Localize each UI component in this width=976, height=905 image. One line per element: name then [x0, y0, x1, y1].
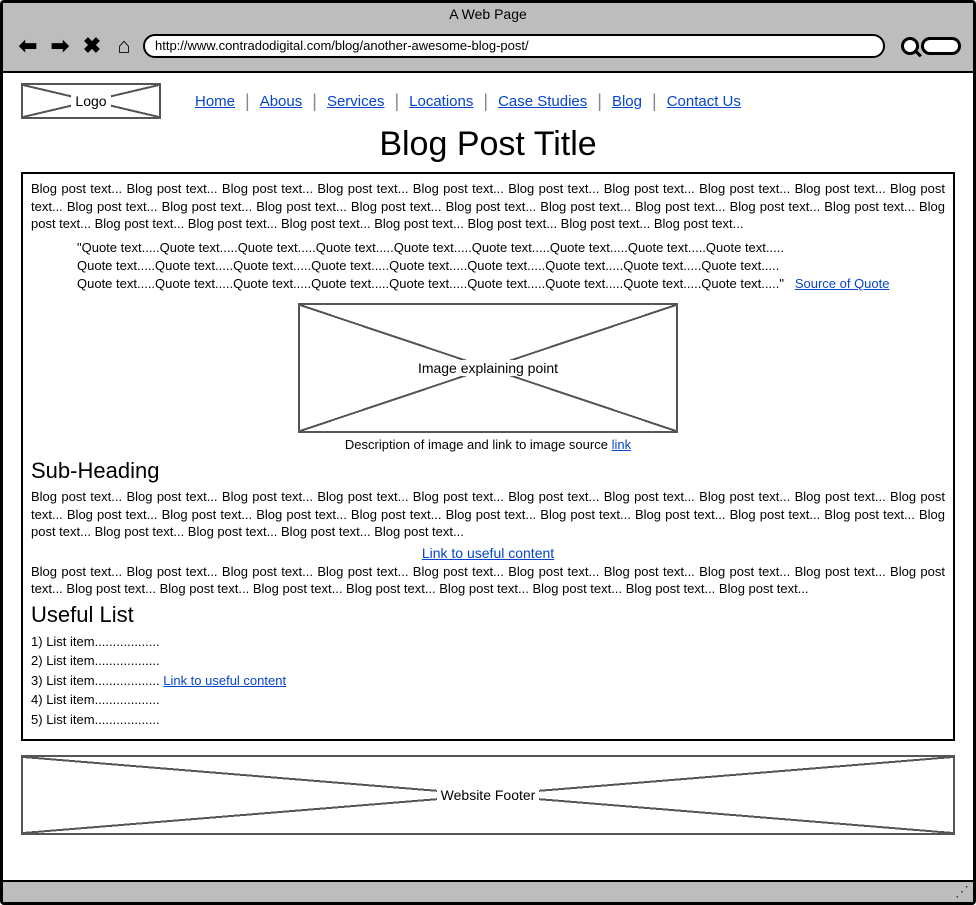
browser-bottom-bar: ⋰	[3, 880, 973, 902]
quote-source-link[interactable]: Source of Quote	[795, 276, 890, 291]
nav-case-studies[interactable]: Case Studies	[488, 93, 597, 110]
quote-line: Quote text.....Quote text.....Quote text…	[77, 257, 945, 275]
browser-toolbar: ⬅ ➡ ✖ ⌂	[3, 24, 973, 71]
useful-list: 1) List item.................. 2) List i…	[31, 632, 945, 730]
home-icon[interactable]: ⌂	[111, 33, 137, 59]
post-content: Blog post text... Blog post text... Blog…	[21, 172, 955, 741]
search-field[interactable]	[921, 37, 961, 55]
post-paragraph: Blog post text... Blog post text... Blog…	[31, 563, 945, 598]
logo-placeholder[interactable]: Logo	[21, 83, 161, 119]
browser-chrome: A Web Page ⬅ ➡ ✖ ⌂	[3, 3, 973, 73]
list-item: 3) List item.................. Link to u…	[31, 671, 945, 691]
list-item: 2) List item..................	[31, 651, 945, 671]
quote-line: Quote text.....Quote text.....Quote text…	[77, 275, 945, 293]
image-placeholder-label: Image explaining point	[414, 360, 562, 376]
list-item: 4) List item..................	[31, 690, 945, 710]
stop-icon[interactable]: ✖	[79, 33, 105, 59]
page-body: Logo Home| Abous| Services| Locations| C…	[3, 73, 973, 873]
nav-locations[interactable]: Locations	[399, 93, 483, 110]
nav-contact[interactable]: Contact Us	[657, 93, 751, 110]
website-footer: Website Footer	[21, 755, 955, 835]
image-source-link[interactable]: link	[612, 437, 632, 452]
sub-heading: Sub-Heading	[31, 458, 945, 484]
post-paragraph: Blog post text... Blog post text... Blog…	[31, 488, 945, 541]
window-title: A Web Page	[3, 3, 973, 24]
quote-line: "Quote text.....Quote text.....Quote tex…	[77, 239, 945, 257]
nav-home[interactable]: Home	[185, 93, 245, 110]
inline-link-row: Link to useful content	[31, 545, 945, 561]
nav-about[interactable]: Abous	[250, 93, 313, 110]
useful-content-link[interactable]: Link to useful content	[422, 545, 554, 561]
resize-grip-icon[interactable]: ⋰	[955, 883, 969, 900]
list-item-link[interactable]: Link to useful content	[163, 673, 286, 688]
post-title: Blog Post Title	[21, 125, 955, 164]
list-item: 1) List item..................	[31, 632, 945, 652]
image-placeholder: Image explaining point	[298, 303, 678, 433]
logo-label: Logo	[71, 93, 110, 109]
nav-services[interactable]: Services	[317, 93, 395, 110]
main-nav: Home| Abous| Services| Locations| Case S…	[185, 91, 751, 112]
site-header: Logo Home| Abous| Services| Locations| C…	[21, 83, 955, 119]
nav-blog[interactable]: Blog	[602, 93, 652, 110]
image-caption: Description of image and link to image s…	[345, 437, 631, 452]
quote-block: "Quote text.....Quote text.....Quote tex…	[77, 239, 945, 294]
list-heading: Useful List	[31, 602, 945, 628]
list-item: 5) List item..................	[31, 710, 945, 730]
back-icon[interactable]: ⬅	[15, 33, 41, 59]
search-control[interactable]	[901, 37, 961, 55]
footer-label: Website Footer	[437, 787, 540, 803]
image-block: Image explaining point Description of im…	[31, 303, 945, 452]
post-paragraph: Blog post text... Blog post text... Blog…	[31, 180, 945, 233]
search-icon	[901, 37, 919, 55]
url-input[interactable]	[143, 34, 885, 58]
forward-icon[interactable]: ➡	[47, 33, 73, 59]
